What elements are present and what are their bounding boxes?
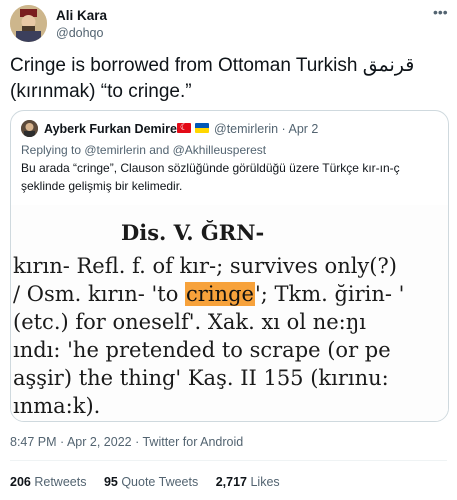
author-name[interactable]: Ali Kara — [56, 8, 107, 23]
ukraine-flag-icon — [195, 123, 209, 133]
tweet-text-line: Cringe is borrowed from Ottoman Turkish … — [10, 55, 415, 76]
quoted-author-avatar — [21, 120, 38, 137]
scan-line: ınma:k). — [13, 394, 101, 418]
quoted-author-name: Ayberk Furkan Demirel — [44, 122, 181, 136]
scan-text: / Osm. kırın- 'to — [13, 282, 186, 306]
more-options-icon[interactable]: ••• — [433, 5, 451, 21]
tweet: Ali Kara @dohqo ••• Cringe is borrowed f… — [0, 0, 457, 500]
retweets-label: Retweets — [34, 475, 87, 489]
quoted-tweet[interactable]: Ayberk Furkan Demirel ☾ @temirlerin · Ap… — [10, 110, 449, 422]
author-avatar[interactable] — [10, 5, 47, 42]
quoted-handle-date: @temirlerin · Apr 2 — [214, 122, 319, 136]
scan-line: (etc.) for oneself'. Xak. xı ol ne:ŋı — [13, 310, 366, 334]
likes-stat[interactable]: 2,717 Likes — [216, 475, 280, 489]
replying-to-label: Replying to — [21, 143, 85, 157]
replying-to-users[interactable]: @temirlerin and @Akhilleusperest — [84, 143, 266, 157]
likes-label: Likes — [250, 475, 280, 489]
tweet-text: Cringe is borrowed from Ottoman Turkish … — [10, 53, 450, 105]
retweets-count: 206 — [10, 475, 31, 489]
scan-heading: Dis. V. ĞRN- — [121, 220, 265, 245]
tweet-timestamp[interactable]: 8:47 PM · Apr 2, 2022 · Twitter for Andr… — [10, 435, 243, 449]
likes-count: 2,717 — [215, 475, 247, 489]
dictionary-scan-image[interactable]: Dis. V. ĞRN- kırın- Refl. f. of kır-; su… — [11, 205, 448, 421]
scan-line: ındı: 'he pretended to scrape (or pe — [13, 338, 391, 362]
tweet-stats: 206 Retweets 95 Quote Tweets 2,717 Likes — [10, 475, 294, 489]
scan-line: kırın- Refl. f. of kır-; survives only(?… — [13, 254, 397, 278]
quote-tweets-count: 95 — [103, 475, 118, 489]
scan-line: aşşir) the thing' Kaş. II 155 (kırınu: — [13, 366, 389, 390]
quote-tweets-label: Quote Tweets — [121, 475, 199, 489]
quote-tweets-stat[interactable]: 95 Quote Tweets — [104, 475, 198, 489]
tweet-text-line: (kırınmak) “to cringe.” — [10, 81, 192, 102]
scan-line: / Osm. kırın- 'to cringe'; Tkm. ğirin- ' — [13, 282, 404, 306]
divider — [10, 460, 447, 461]
quoted-tweet-text: Bu arada “cringe”, Clauson sözlüğünde gö… — [21, 161, 400, 193]
retweets-stat[interactable]: 206 Retweets — [10, 475, 86, 489]
highlighted-word: cringe — [185, 282, 255, 306]
scan-text: '; Tkm. ğirin- ' — [254, 282, 405, 306]
turkey-flag-icon: ☾ — [177, 122, 191, 133]
replying-to: Replying to @temirlerin and @Akhilleuspe… — [21, 143, 266, 157]
author-handle[interactable]: @dohqo — [56, 26, 103, 40]
